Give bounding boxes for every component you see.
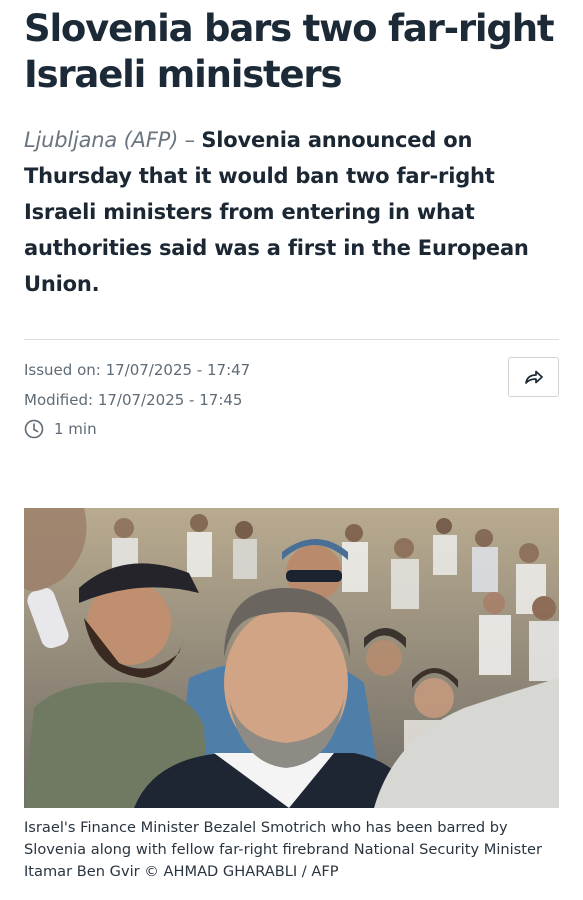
read-time: 1 min (24, 419, 97, 439)
dateline-dash: – (178, 128, 202, 152)
divider (24, 339, 559, 340)
lede-text: Slovenia announced on Thursday that it w… (24, 128, 529, 296)
share-arrow-icon (524, 370, 543, 384)
article-lede: Ljubljana (AFP) – Slovenia announced on … (24, 122, 564, 302)
clock-icon (24, 419, 44, 439)
article-photo (24, 508, 559, 808)
photo-caption: Israel's Finance Minister Bezalel Smotri… (24, 819, 542, 880)
read-time-label: 1 min (54, 420, 97, 438)
issued-date: Issued on: 17/07/2025 - 17:47 (24, 361, 251, 379)
article-headline: Slovenia bars two far-right Israeli mini… (24, 7, 555, 96)
dateline: Ljubljana (AFP) (24, 128, 179, 152)
share-button[interactable] (508, 357, 559, 397)
crowd-photo-illustration (24, 508, 559, 808)
modified-date: Modified: 17/07/2025 - 17:45 (24, 391, 243, 409)
